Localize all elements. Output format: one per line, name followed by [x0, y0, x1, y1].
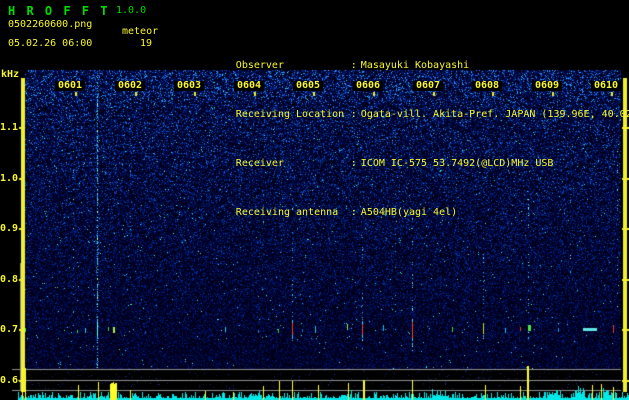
time-tick-label: 0604 — [234, 81, 264, 91]
info-label: Observer — [235, 60, 284, 71]
meteor-count: 19 — [140, 38, 153, 49]
info-label: Receiving Location — [235, 109, 345, 120]
info-value: Ogata-vill. Akita-Pref. JAPAN (139.96E, … — [360, 109, 629, 120]
info-value: A504HB(yagi 4el) — [360, 207, 458, 218]
info-separator: : — [350, 60, 357, 71]
output-filename: 0502260600.png — [8, 19, 93, 30]
freq-tick-label: 0.8 — [0, 274, 19, 285]
freq-tick-label: 1.0 — [0, 173, 19, 184]
info-row-location: Receiving Location: Ogata-vill. Akita-Pre… — [178, 91, 629, 120]
time-tick-label: 0603 — [174, 81, 204, 91]
freq-tick-label: 1.1 — [0, 122, 19, 133]
info-row-antenna: Receiving antenna: A504HB(yagi 4el) — [178, 189, 629, 218]
app-title: H R O F F T — [8, 4, 110, 18]
mode-label: meteor — [122, 26, 159, 37]
info-separator: : — [350, 158, 357, 169]
info-row-receiver: Receiver: ICOM IC-575 53.7492(@LCD)MHz US… — [178, 140, 629, 169]
time-tick-label: 0608 — [472, 81, 502, 91]
time-tick-label: 0606 — [353, 81, 383, 91]
app-version: 1.0.0 — [116, 5, 147, 16]
frequency-unit-label: kHz — [1, 69, 20, 80]
info-row-observer: Observer: Masayuki Kobayashi — [178, 42, 629, 71]
freq-tick-label: 0.6 — [0, 375, 19, 386]
time-tick-label: 0607 — [413, 81, 443, 91]
time-tick-label: 0602 — [115, 81, 145, 91]
info-value: ICOM IC-575 53.7492(@LCD)MHz USB — [360, 158, 554, 169]
station-info: Observer: Masayuki Kobayashi Receiving Lo… — [178, 4, 629, 238]
info-separator: : — [350, 109, 357, 120]
freq-tick-label: 0.7 — [0, 324, 19, 335]
info-label: Receiver — [235, 158, 284, 169]
time-tick-label: 0605 — [293, 81, 323, 91]
freq-tick-label: 0.9 — [0, 223, 19, 234]
time-tick-label: 0601 — [55, 81, 85, 91]
info-label: Receiving antenna — [235, 207, 339, 218]
info-separator: : — [350, 207, 357, 218]
timestamp: 05.02.26 06:00 — [8, 38, 93, 49]
hrofft-window: H R O F F T 1.0.0 0502260600.png meteor … — [0, 0, 629, 400]
info-value: Masayuki Kobayashi — [360, 60, 470, 71]
time-tick-label: 0610 — [591, 81, 621, 91]
time-tick-label: 0609 — [532, 81, 562, 91]
